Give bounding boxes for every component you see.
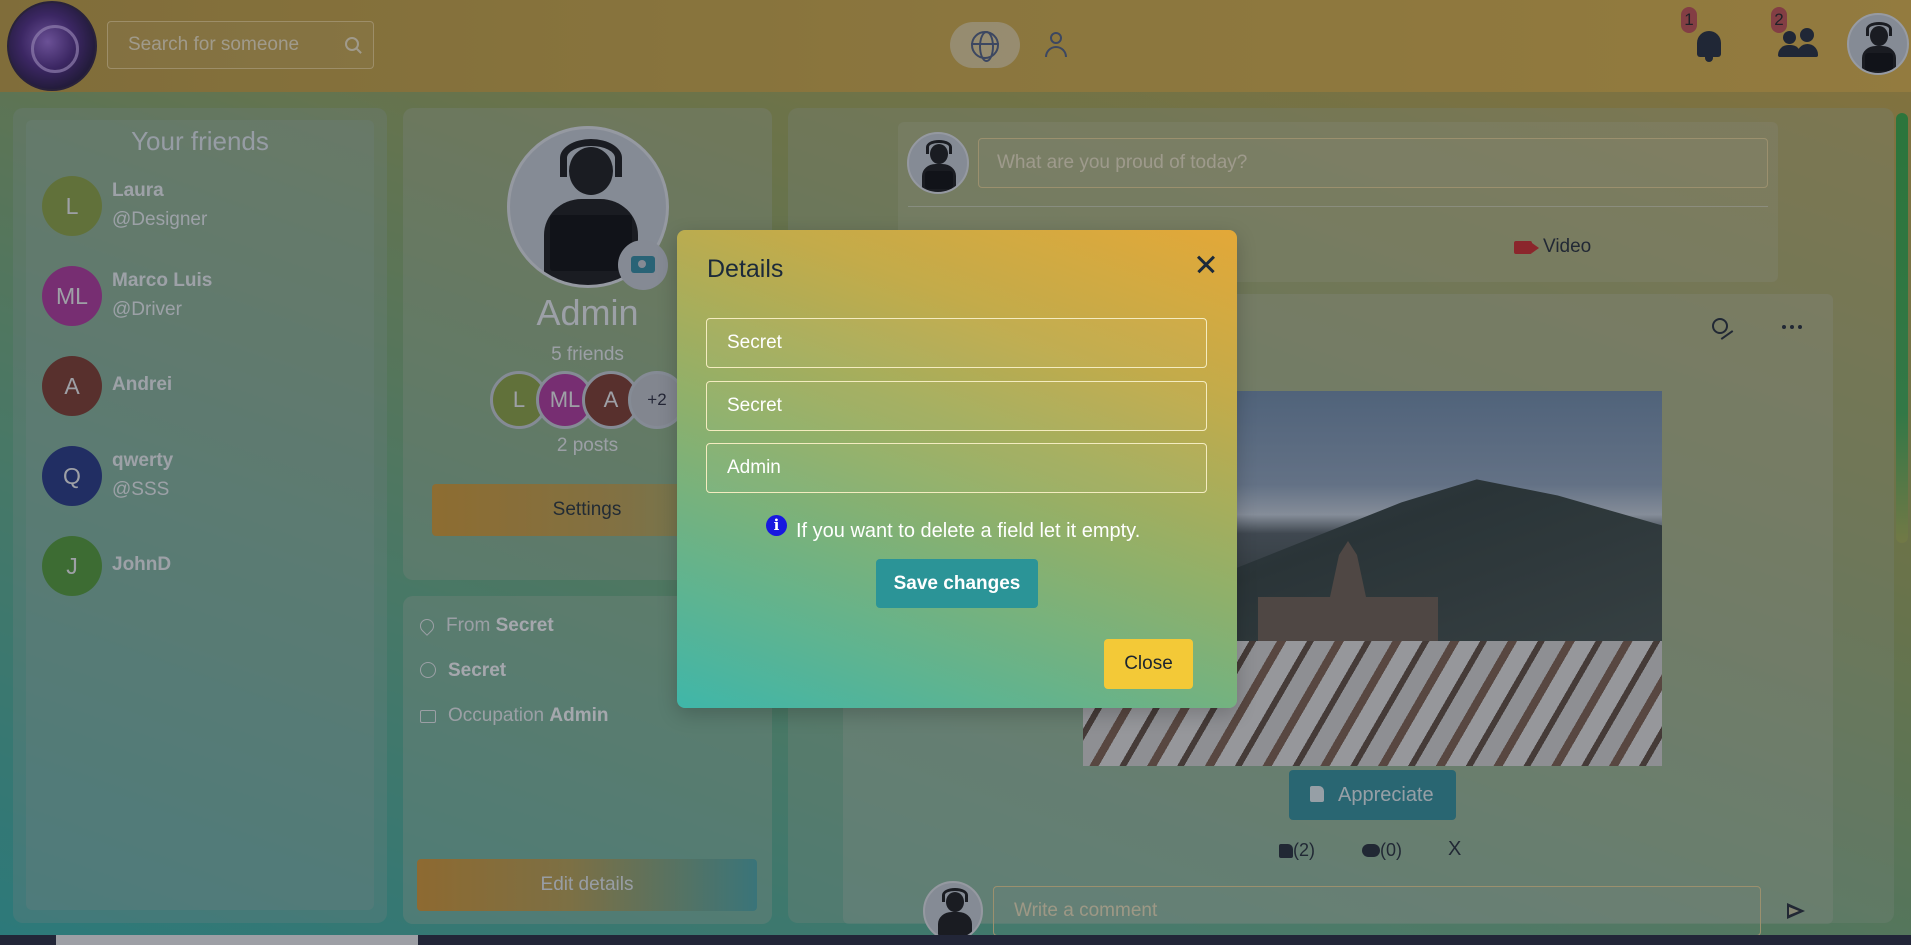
details-modal: Details i If you want to delete a field … (677, 230, 1237, 708)
info-text: If you want to delete a field let it emp… (796, 520, 1141, 542)
website-field[interactable] (707, 382, 1206, 430)
occupation-field[interactable] (707, 444, 1206, 492)
from-field-wrap (706, 318, 1207, 368)
close-button[interactable]: Close (1104, 639, 1193, 689)
info-icon: i (766, 515, 787, 536)
save-changes-button[interactable]: Save changes (876, 559, 1038, 608)
website-field-wrap (706, 381, 1207, 431)
modal-title: Details (707, 255, 784, 283)
occupation-field-wrap (706, 443, 1207, 493)
from-field[interactable] (707, 319, 1206, 367)
close-icon[interactable] (1191, 250, 1221, 280)
